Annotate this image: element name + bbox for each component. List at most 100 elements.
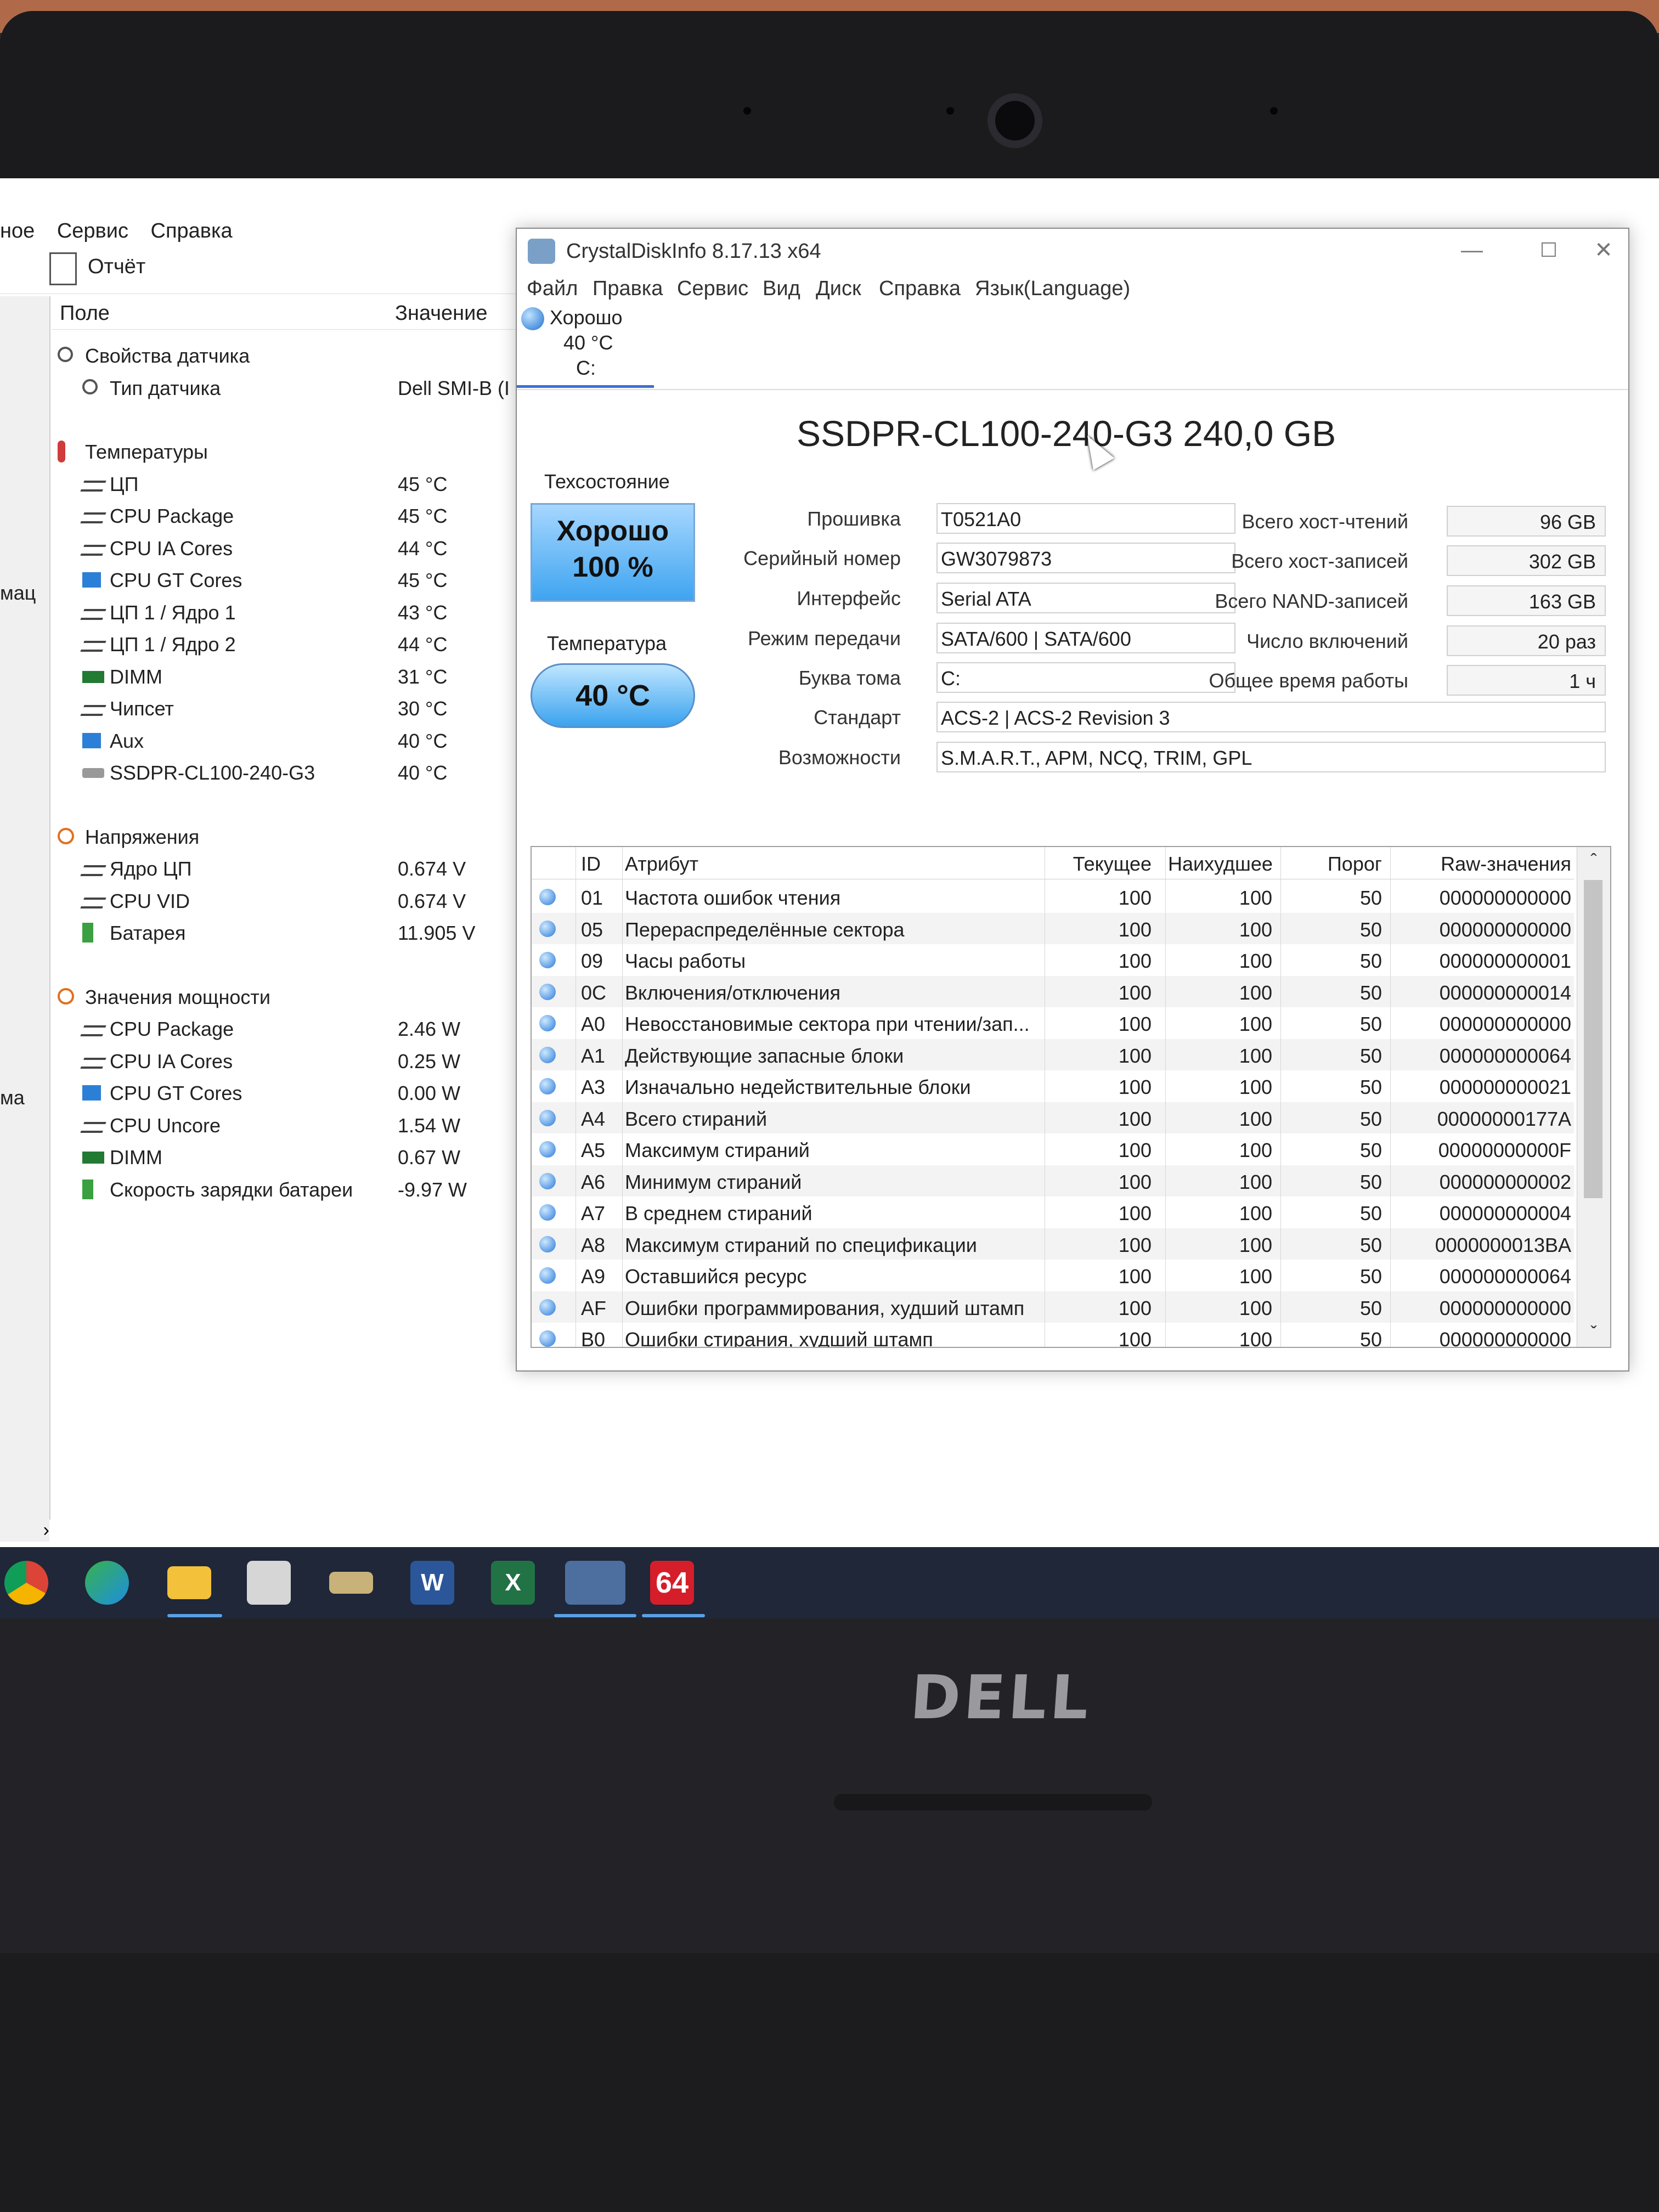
health-status-button[interactable]: Хорошо 100 % <box>531 503 695 602</box>
hwinfo-menu-item[interactable]: ное <box>0 219 35 242</box>
sensor-row[interactable]: ЦП 1 / Ядро 2 44 °C <box>52 629 529 658</box>
sensor-group-row[interactable]: Свойства датчика <box>52 340 529 370</box>
report-button[interactable]: Отчёт <box>88 255 145 279</box>
title-bar[interactable]: CrystalDiskInfo 8.17.13 x64 — ☐ ✕ <box>517 229 1628 273</box>
info-value: SATA/600 | SATA/600 <box>936 623 1235 653</box>
edge-icon[interactable] <box>85 1561 129 1605</box>
sensor-row[interactable]: Скорость зарядки батареи -9.97 W <box>52 1174 529 1204</box>
column-field-header[interactable]: Поле <box>60 302 110 325</box>
app-icon[interactable] <box>329 1572 373 1594</box>
horizontal-scroll-right-arrow[interactable]: › <box>0 1520 49 1542</box>
report-icon[interactable] <box>49 252 77 285</box>
scroll-thumb[interactable] <box>1584 880 1602 1198</box>
menu-file[interactable]: Файл <box>527 277 578 301</box>
disk-tab[interactable]: Хорошо 40 °C C: <box>517 303 654 388</box>
status-dot-icon <box>539 889 556 905</box>
smart-cell: 000000000000 <box>1439 1328 1571 1348</box>
smart-row[interactable]: 09 Часы работы 100 100 50 000000000001 <box>532 944 1574 975</box>
scroll-down-arrow[interactable]: ˇ <box>1577 1319 1610 1347</box>
sensor-row[interactable]: CPU GT Cores 45 °C <box>52 565 529 594</box>
sensor-row[interactable]: CPU Uncore 1.54 W <box>52 1110 529 1139</box>
smart-column-header[interactable]: Текущее <box>1047 853 1152 876</box>
close-button[interactable]: ✕ <box>1584 236 1623 264</box>
vertical-scrollbar[interactable]: ˆ ˇ <box>1577 847 1610 1347</box>
sensor-row[interactable]: Батарея 11.905 V <box>52 917 529 947</box>
smart-row[interactable]: AF Ошибки программирования, худший штамп 1… <box>532 1291 1574 1323</box>
sensor-row[interactable]: SSDPR-CL100-240-G3 40 °C <box>52 757 529 787</box>
smart-cell: 000000000064 <box>1439 1265 1571 1288</box>
smart-row[interactable]: A4 Всего стираний 100 100 50 00000000177A <box>532 1102 1574 1133</box>
smart-cell: 100 <box>1239 1170 1272 1193</box>
smart-row[interactable]: A1 Действующие запасные блоки 100 100 50 0000… <box>532 1039 1574 1070</box>
laptop-icon <box>82 732 101 748</box>
smart-row[interactable]: A5 Максимум стираний 100 100 50 00000000000F <box>532 1133 1574 1165</box>
hwinfo-menu-item[interactable]: Справка <box>151 219 233 242</box>
sensor-row[interactable]: Тип датчика Dell SMI-B (I <box>52 373 529 402</box>
excel-icon[interactable]: X <box>491 1561 535 1605</box>
file-explorer-icon[interactable] <box>167 1566 211 1599</box>
menu-disk[interactable]: Диск <box>816 277 861 301</box>
sensor-group-row[interactable]: Значения мощности <box>52 981 529 1011</box>
sensor-row[interactable]: CPU GT Cores 0.00 W <box>52 1077 529 1107</box>
smart-column-header[interactable]: ID <box>581 853 601 876</box>
sensor-row[interactable]: ЦП 1 / Ядро 1 43 °C <box>52 597 529 627</box>
smart-row[interactable]: 01 Частота ошибок чтения 100 100 50 000000000… <box>532 881 1574 912</box>
smart-column-header[interactable]: Порог <box>1283 853 1382 876</box>
scroll-up-arrow[interactable]: ˆ <box>1577 847 1610 874</box>
sensor-row[interactable]: DIMM 31 °C <box>52 661 529 691</box>
smart-row[interactable]: A6 Минимум стираний 100 100 50 000000000002 <box>532 1165 1574 1197</box>
minimize-button[interactable]: — <box>1453 236 1491 264</box>
menu-service[interactable]: Сервис <box>677 277 748 301</box>
smart-row[interactable]: A9 Оставшийся ресурс 100 100 50 000000000064 <box>532 1260 1574 1291</box>
sensor-name: CPU Uncore <box>110 1114 221 1137</box>
sensor-row[interactable]: Aux 40 °C <box>52 725 529 755</box>
smart-row[interactable]: 05 Перераспределённые сектора 100 100 50 0000… <box>532 912 1574 944</box>
aida64-icon[interactable]: 64 <box>650 1561 694 1605</box>
sensor-row[interactable]: DIMM 0.67 W <box>52 1142 529 1171</box>
maximize-button[interactable]: ☐ <box>1530 236 1568 264</box>
sensor-group-row[interactable]: Температуры <box>52 436 529 466</box>
sensor-row[interactable]: ЦП 45 °C <box>52 469 529 498</box>
power-icon <box>58 988 74 1005</box>
menu-edit[interactable]: Правка <box>592 277 663 301</box>
sensor-icon <box>82 379 98 394</box>
chip-icon <box>80 641 106 652</box>
smart-row[interactable]: B0 Ошибки стирания, худший штамп 100 100 50 0… <box>532 1323 1574 1348</box>
sensor-row[interactable]: CPU IA Cores 0.25 W <box>52 1046 529 1075</box>
menu-help[interactable]: Справка <box>879 277 961 301</box>
disk-tab-temp: 40 °C <box>563 331 613 354</box>
sensor-row[interactable]: Ядро ЦП 0.674 V <box>52 853 529 883</box>
smart-row[interactable]: A8 Максимум стираний по спецификации 100 10… <box>532 1228 1574 1260</box>
smart-row[interactable]: 0C Включения/отключения 100 100 50 0000000000… <box>532 975 1574 1007</box>
battery-icon <box>82 923 93 943</box>
sensor-name: Ядро ЦП <box>110 857 192 880</box>
smart-cell: 50 <box>1359 981 1382 1004</box>
smart-row[interactable]: A3 Изначально недействительные блоки 100 10… <box>532 1070 1574 1102</box>
hwinfo-menu-item[interactable]: Сервис <box>57 219 128 242</box>
sensor-group-row[interactable]: Напряжения <box>52 821 529 851</box>
menu-view[interactable]: Вид <box>763 277 800 301</box>
crystaldiskinfo-icon[interactable] <box>565 1561 625 1605</box>
sensor-name: Скорость зарядки батареи <box>110 1178 353 1201</box>
smart-row[interactable]: A0 Невосстановимые сектора при чтении/зап… <box>532 1007 1574 1039</box>
sensor-row[interactable]: CPU Package 2.46 W <box>52 1013 529 1043</box>
word-icon[interactable]: W <box>410 1561 454 1605</box>
smart-column-header[interactable]: Наихудшее <box>1168 853 1273 876</box>
info-value: ACS-2 | ACS-2 Revision 3 <box>936 702 1606 732</box>
sensor-row[interactable]: CPU IA Cores 44 °C <box>52 533 529 562</box>
temperature-badge[interactable]: 40 °C <box>531 663 695 728</box>
sensor-row[interactable]: CPU VID 0.674 V <box>52 885 529 915</box>
store-icon[interactable] <box>247 1561 291 1605</box>
smart-column-header[interactable]: Raw-значения <box>1396 853 1571 876</box>
smart-cell: 100 <box>1118 1233 1152 1256</box>
column-value-header[interactable]: Значение <box>395 302 488 325</box>
sensor-row[interactable]: CPU Package 45 °C <box>52 500 529 530</box>
smart-row[interactable]: A7 В среднем стираний 100 100 50 000000000004 <box>532 1197 1574 1228</box>
sensor-row[interactable]: Чипсет 30 °C <box>52 693 529 723</box>
chip-icon <box>80 1057 106 1069</box>
smart-column-header[interactable]: Атрибут <box>625 853 698 876</box>
smart-cell: 000000000000 <box>1439 887 1571 909</box>
menu-language[interactable]: Язык(Language) <box>975 277 1130 301</box>
chrome-icon[interactable] <box>4 1561 48 1605</box>
sensor-name: SSDPR-CL100-240-G3 <box>110 761 315 784</box>
